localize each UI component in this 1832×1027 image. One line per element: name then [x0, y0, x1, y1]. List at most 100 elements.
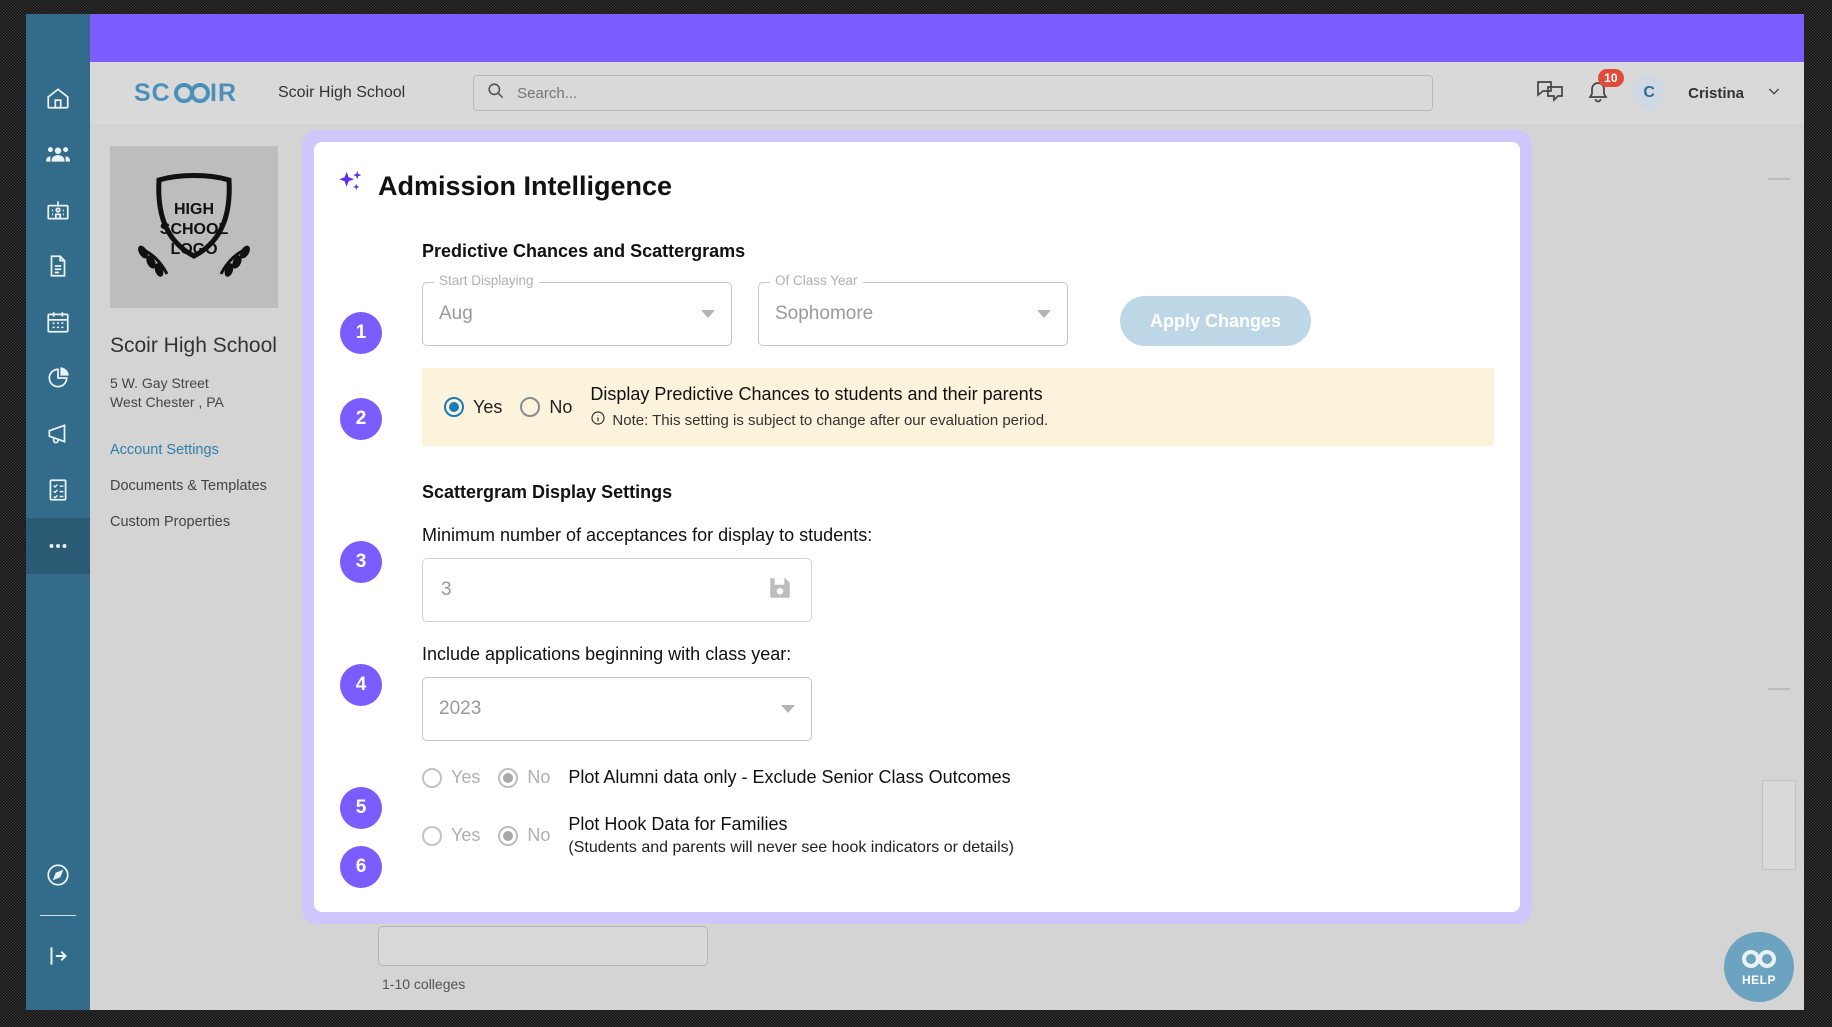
- step-6-row: 6 Yes No Plot Hook Data for Families (St…: [340, 814, 1494, 888]
- home-icon: [45, 85, 71, 111]
- step-5-yes-option[interactable]: Yes: [422, 767, 480, 788]
- step-5-text: Plot Alumni data only - Exclude Senior C…: [568, 767, 1011, 787]
- sparkle-icon: [336, 168, 366, 205]
- rail-item-colleges[interactable]: [26, 182, 90, 238]
- school-info-panel: HIGH SCHOOL LOGO Scoir High School 5 W. …: [90, 124, 306, 1010]
- section-heading-predictive: Predictive Chances and Scattergrams: [422, 241, 746, 261]
- rail-item-calendar[interactable]: [26, 294, 90, 350]
- search-icon: [486, 81, 505, 105]
- step-6-yes-label: Yes: [451, 825, 481, 845]
- panel-link-documents-templates[interactable]: Documents & Templates: [110, 478, 286, 494]
- notifications-bell[interactable]: 10: [1586, 68, 1624, 109]
- class-year-label: Of Class Year: [770, 273, 863, 288]
- bg-input-box: [378, 926, 708, 966]
- chevron-down-icon: [781, 705, 795, 713]
- modal-title-text: Admission Intelligence: [378, 171, 673, 201]
- compass-icon: [45, 862, 71, 888]
- user-name[interactable]: Cristina: [1688, 85, 1744, 102]
- crest-line-2: SCHOOL: [160, 221, 229, 238]
- class-year-start-value: 2023: [439, 698, 482, 719]
- apply-changes-button[interactable]: Apply Changes: [1120, 296, 1312, 346]
- header-actions: 10 C Cristina: [1536, 68, 1782, 110]
- calendar-icon: [45, 309, 71, 335]
- step-6-text-block: Plot Hook Data for Families (Students an…: [568, 814, 1014, 857]
- panel-link-custom-properties[interactable]: Custom Properties: [110, 514, 286, 530]
- checklist-icon: [45, 477, 71, 503]
- search-input[interactable]: [517, 84, 1421, 102]
- step-6-text: Plot Hook Data for Families: [568, 814, 788, 834]
- panel-link-account-settings[interactable]: Account Settings: [110, 442, 286, 458]
- notification-badge: 10: [1598, 68, 1624, 87]
- step-2-yes-label: Yes: [473, 396, 503, 417]
- rail-item-home[interactable]: [26, 70, 90, 126]
- rail-item-documents[interactable]: [26, 238, 90, 294]
- purple-top-strip: [60, 14, 1804, 62]
- bg-colleges-count: 1-10 colleges: [382, 976, 466, 992]
- help-button[interactable]: HELP: [1724, 932, 1794, 1002]
- radio-no-icon[interactable]: [498, 825, 519, 846]
- search-bar[interactable]: [473, 75, 1434, 111]
- save-icon[interactable]: [767, 575, 793, 606]
- start-displaying-value: Aug: [439, 303, 473, 324]
- rail-item-reports[interactable]: [26, 350, 90, 406]
- class-year-start-select[interactable]: 2023: [422, 677, 812, 741]
- modal-title-row: Admission Intelligence: [314, 168, 1520, 205]
- avatar[interactable]: C: [1632, 76, 1667, 110]
- bg-side-box: [1762, 780, 1796, 870]
- step-3-row: 3 Minimum number of acceptances for disp…: [340, 525, 1494, 622]
- step-4-row: 4 Include applications beginning with cl…: [340, 644, 1494, 741]
- rail-item-more[interactable]: [26, 518, 90, 574]
- messages-icon[interactable]: [1536, 78, 1564, 109]
- predictive-chances-alert: Yes No Display Predictive Chances to stu…: [422, 368, 1494, 446]
- scoir-logo[interactable]: SC IR: [134, 78, 252, 108]
- step-1-row: 1 Start Displaying Aug Of Class Year Sop…: [340, 273, 1494, 354]
- radio-yes-icon[interactable]: [422, 825, 442, 846]
- info-icon: [590, 410, 606, 430]
- panel-links: Account Settings Documents & Templates C…: [110, 442, 286, 530]
- minimum-acceptances-input[interactable]: 3: [422, 558, 812, 622]
- rail-item-students[interactable]: [26, 126, 90, 182]
- step-5-controls: Yes No Plot Alumni data only - Exclude S…: [422, 767, 1494, 788]
- class-year-select[interactable]: Sophomore: [758, 282, 1068, 346]
- header-school-name: Scoir High School: [278, 84, 406, 101]
- chevron-down-icon: [1037, 310, 1051, 318]
- rail-item-explore[interactable]: [26, 847, 90, 903]
- start-displaying-label: Start Displaying: [434, 273, 539, 288]
- step-2-yes-option[interactable]: Yes: [444, 397, 502, 418]
- admission-intelligence-modal: Admission Intelligence Predictive Chance…: [314, 142, 1520, 912]
- rail-item-announcements[interactable]: [26, 406, 90, 462]
- address-line-2: West Chester , PA: [110, 393, 224, 410]
- class-year-field[interactable]: Of Class Year Sophomore: [758, 273, 1068, 346]
- infinity-icon: [1739, 948, 1779, 975]
- radio-yes-icon[interactable]: [444, 397, 464, 417]
- logout-icon: [45, 943, 71, 969]
- step-badge-6: 6: [340, 846, 382, 888]
- step-2-note-row: Note: This setting is subject to change …: [590, 410, 1048, 430]
- radio-no-icon[interactable]: [498, 767, 519, 788]
- radio-no-icon[interactable]: [520, 397, 541, 417]
- step-5-row: 5 Yes No Plot Alumni data only - Exclude…: [340, 767, 1494, 829]
- address-line-1: 5 W. Gay Street: [110, 375, 209, 391]
- rail-item-collapse[interactable]: [26, 928, 90, 984]
- step-2-no-option[interactable]: No: [520, 397, 572, 418]
- class-year-value: Sophomore: [775, 303, 874, 324]
- step-2-row: 2 Yes No Display Predictive Chances to s…: [340, 368, 1494, 446]
- radio-yes-icon[interactable]: [422, 767, 442, 788]
- step-6-yes-option[interactable]: Yes: [422, 825, 480, 846]
- left-icon-rail: [26, 14, 90, 1010]
- chevron-down-icon[interactable]: [1766, 83, 1782, 104]
- step-5-no-label: No: [527, 767, 551, 787]
- class-year-start-field[interactable]: 2023: [422, 677, 812, 741]
- help-label: HELP: [1741, 972, 1776, 987]
- megaphone-icon: [45, 421, 71, 447]
- start-displaying-field[interactable]: Start Displaying Aug: [422, 273, 732, 346]
- step-2-note: Note: This setting is subject to change …: [612, 411, 1049, 429]
- rail-item-tasks[interactable]: [26, 462, 90, 518]
- bg-divider-mid: [1768, 688, 1790, 690]
- step-6-controls: Yes No Plot Hook Data for Families (Stud…: [422, 814, 1494, 857]
- school-icon: [45, 197, 71, 223]
- step-6-no-option[interactable]: No: [498, 825, 550, 846]
- start-displaying-select[interactable]: Aug: [422, 282, 732, 346]
- step-badge-2: 2: [340, 398, 382, 440]
- step-5-no-option[interactable]: No: [498, 767, 550, 788]
